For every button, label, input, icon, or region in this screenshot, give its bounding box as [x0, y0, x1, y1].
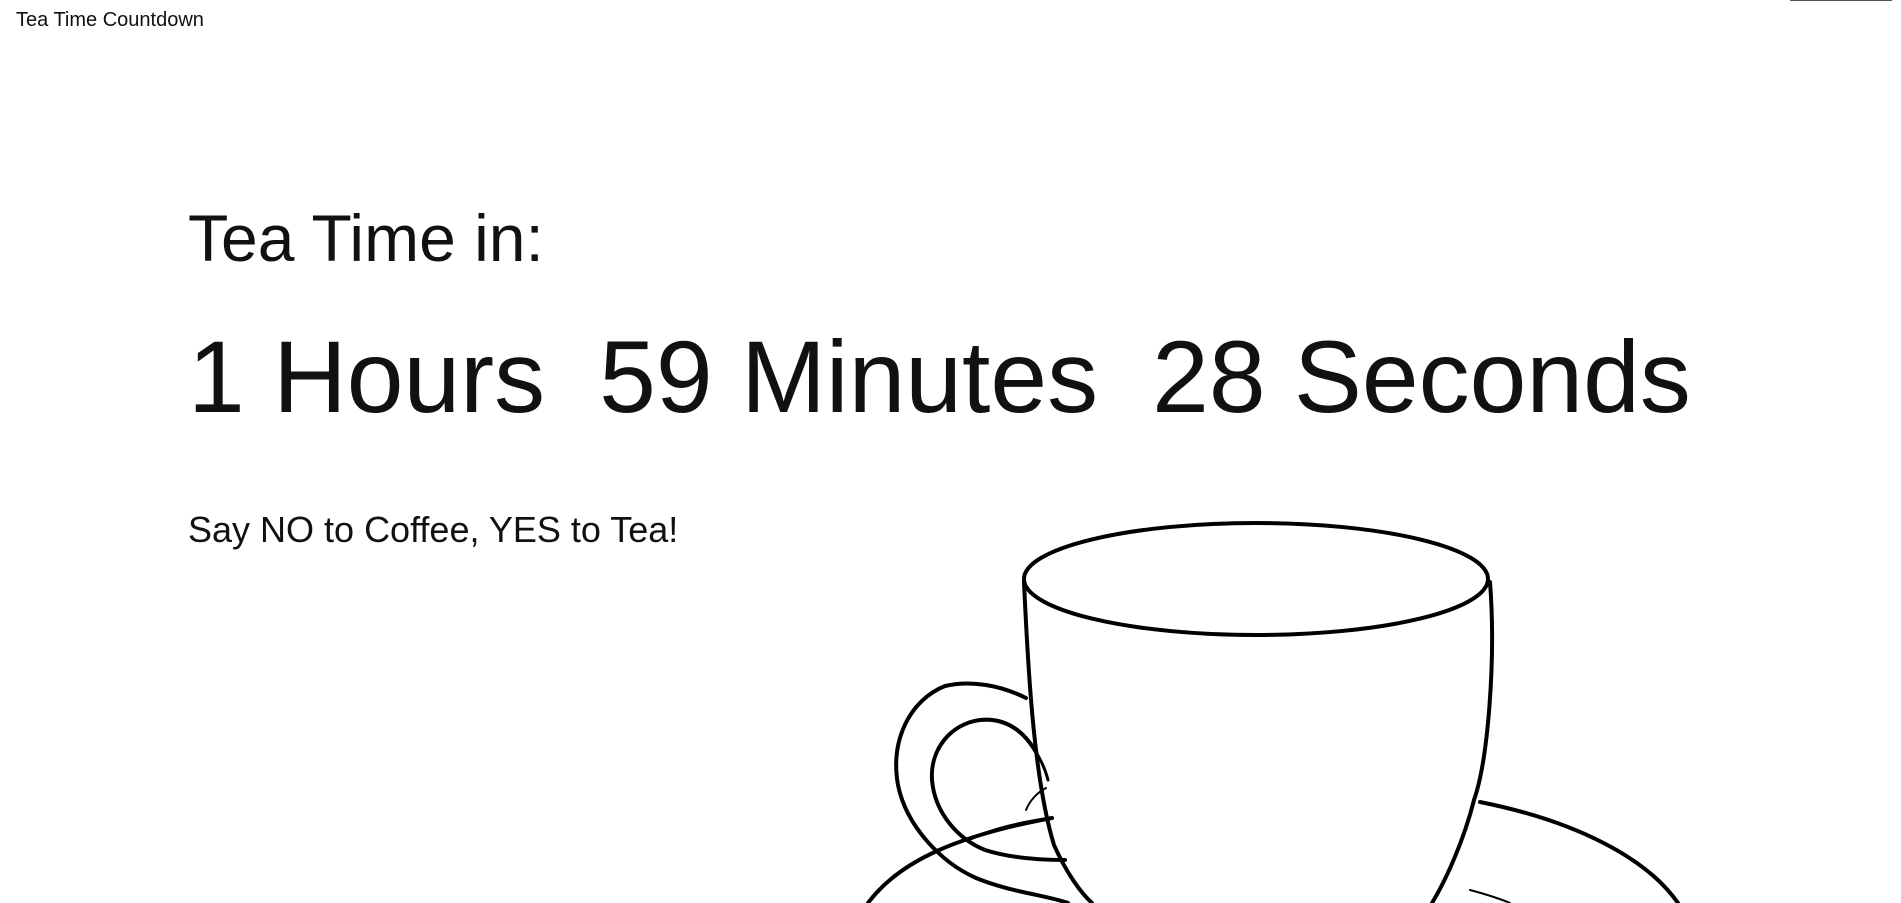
- countdown-hours: 1 Hours: [188, 320, 546, 434]
- tagline: Say NO to Coffee, YES to Tea!: [188, 509, 679, 550]
- teacup-icon: [866, 521, 1680, 903]
- page: Tea Time Countdown Tea Time in: 1 Hours 5…: [0, 0, 1901, 903]
- countdown-heading: Tea Time in:: [188, 201, 544, 275]
- top-divider: [1790, 0, 1892, 1]
- app-title: Tea Time Countdown: [16, 9, 204, 31]
- countdown-display: 1 Hours 59 Minutes 28 Seconds: [188, 317, 1691, 437]
- countdown-minutes: 59 Minutes: [599, 320, 1099, 434]
- countdown-seconds: 28 Seconds: [1152, 320, 1691, 434]
